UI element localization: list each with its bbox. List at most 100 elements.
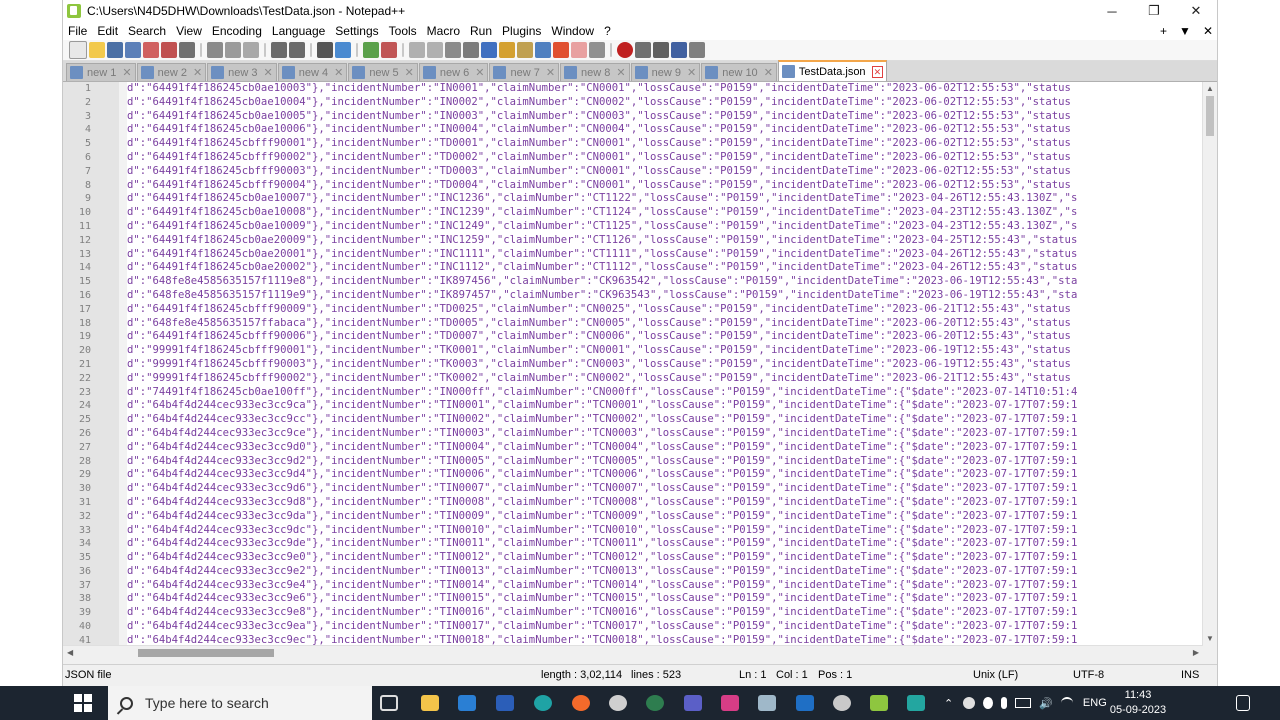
show-all-chars-icon[interactable] xyxy=(463,42,479,58)
copy-icon[interactable] xyxy=(225,42,241,58)
tab-new-2[interactable]: new 2 ✕ xyxy=(136,63,207,81)
outlook-icon[interactable] xyxy=(796,695,814,711)
tab-list-dropdown-icon[interactable]: ▼ xyxy=(1179,24,1191,38)
windows-start-icon[interactable] xyxy=(74,694,92,712)
tab-close-icon[interactable]: ✕ xyxy=(264,66,273,79)
save-icon[interactable] xyxy=(107,42,123,58)
close-all-icon[interactable] xyxy=(161,42,177,58)
app-icon[interactable] xyxy=(833,695,851,711)
new-file-icon[interactable] xyxy=(69,41,87,59)
notepad-icon[interactable] xyxy=(758,695,776,711)
tab-new-8[interactable]: new 8 ✕ xyxy=(560,63,630,81)
task-view-icon[interactable] xyxy=(380,695,398,711)
tab-close-icon[interactable]: ✕ xyxy=(764,66,773,79)
settings-gear-icon[interactable] xyxy=(609,695,627,711)
menu-run[interactable]: Run xyxy=(465,24,497,38)
save-all-icon[interactable] xyxy=(125,42,141,58)
scroll-left-icon[interactable]: ◀ xyxy=(67,646,73,660)
document-map-icon[interactable] xyxy=(517,42,533,58)
record-macro-icon[interactable] xyxy=(617,42,633,58)
view-icon[interactable] xyxy=(589,42,605,58)
menu-encoding[interactable]: Encoding xyxy=(207,24,267,38)
menu-plugins[interactable]: Plugins xyxy=(497,24,546,38)
close-button[interactable]: ✕ xyxy=(1175,0,1217,22)
tab-close-icon[interactable]: ✕ xyxy=(687,66,696,79)
editor-area[interactable]: 1 d":"64491f4f186245cb0ae10003"},"inciden… xyxy=(63,82,1203,645)
zoom-in-icon[interactable] xyxy=(363,42,379,58)
sync-horizontal-icon[interactable] xyxy=(427,42,443,58)
word-icon[interactable] xyxy=(496,695,514,711)
paste-icon[interactable] xyxy=(243,42,259,58)
powershell-icon[interactable] xyxy=(907,695,925,711)
redo-icon[interactable] xyxy=(289,42,305,58)
tab-close-icon[interactable]: ✕ xyxy=(475,66,484,79)
microphone-icon[interactable] xyxy=(1001,697,1008,709)
tab-close-icon[interactable]: ✕ xyxy=(334,66,343,79)
file-explorer-icon[interactable] xyxy=(421,695,439,711)
udl-icon[interactable] xyxy=(499,42,515,58)
notification-icon[interactable] xyxy=(1236,695,1250,711)
tab-close-icon[interactable]: ✕ xyxy=(193,66,202,79)
volume-icon[interactable]: 🔊 xyxy=(1039,697,1053,710)
battery-icon[interactable] xyxy=(1015,698,1032,708)
save-macro-icon[interactable] xyxy=(689,42,705,58)
play-macro-icon[interactable] xyxy=(653,42,669,58)
menu-macro[interactable]: Macro xyxy=(422,24,465,38)
zoom-out-icon[interactable] xyxy=(381,42,397,58)
tab-new-7[interactable]: new 7 ✕ xyxy=(489,63,560,81)
tab-new-6[interactable]: new 6 ✕ xyxy=(418,63,489,81)
print-icon[interactable] xyxy=(179,42,195,58)
tab-close-icon[interactable]: ✕ xyxy=(546,66,555,79)
tab-new-5[interactable]: new 5 ✕ xyxy=(348,63,418,81)
stop-macro-icon[interactable] xyxy=(635,42,651,58)
language-indicator[interactable]: ENG xyxy=(1083,697,1107,709)
horizontal-scroll-thumb[interactable] xyxy=(138,649,274,657)
edge-icon[interactable] xyxy=(534,695,552,711)
vertical-scroll-thumb[interactable] xyxy=(1206,96,1214,136)
tab-close-icon[interactable]: ✕ xyxy=(122,66,131,79)
onedrive-icon[interactable] xyxy=(963,697,976,709)
close-file-icon[interactable] xyxy=(143,42,159,58)
menu-search[interactable]: Search xyxy=(123,24,171,38)
word-wrap-icon[interactable] xyxy=(445,42,461,58)
run-macro-multiple-icon[interactable] xyxy=(671,42,687,58)
tab-close-icon[interactable]: ✕ xyxy=(871,65,884,78)
close-document-icon[interactable]: ✕ xyxy=(1203,24,1213,38)
horizontal-scrollbar[interactable]: ◀ ▶ xyxy=(63,645,1203,660)
scroll-down-icon[interactable]: ▼ xyxy=(1203,634,1217,643)
tab-testdata-json[interactable]: TestData.json ✕ xyxy=(777,60,888,81)
intellij-icon[interactable] xyxy=(721,695,739,711)
cut-icon[interactable] xyxy=(207,42,223,58)
taskbar-search-box[interactable]: Type here to search xyxy=(108,686,372,720)
indent-guide-icon[interactable] xyxy=(481,42,497,58)
vertical-scrollbar[interactable]: ▲ ▼ xyxy=(1202,82,1217,645)
new-tab-icon[interactable]: + xyxy=(1160,24,1167,38)
location-icon[interactable] xyxy=(983,697,994,709)
taskbar-clock[interactable]: 11:43 05-09-2023 xyxy=(1108,688,1168,718)
sync-vertical-icon[interactable] xyxy=(409,42,425,58)
menu-help[interactable]: ? xyxy=(599,24,616,38)
scroll-up-icon[interactable]: ▲ xyxy=(1203,84,1217,93)
notepad-plus-plus-taskbar-icon[interactable] xyxy=(870,695,888,711)
tab-close-icon[interactable]: ✕ xyxy=(616,66,625,79)
menu-view[interactable]: View xyxy=(171,24,207,38)
scroll-right-icon[interactable]: ▶ xyxy=(1193,646,1199,660)
open-file-icon[interactable] xyxy=(89,42,105,58)
tab-close-icon[interactable]: ✕ xyxy=(405,66,414,79)
monitoring-icon[interactable] xyxy=(571,42,587,58)
tab-new-10[interactable]: new 10 ✕ xyxy=(701,63,777,81)
show-hidden-icons-icon[interactable]: ⌃ xyxy=(944,697,953,710)
postman-icon[interactable] xyxy=(572,695,590,711)
wifi-icon[interactable] xyxy=(1060,697,1073,709)
menu-tools[interactable]: Tools xyxy=(384,24,422,38)
minimize-button[interactable]: ─ xyxy=(1091,0,1133,22)
function-list-icon[interactable] xyxy=(535,42,551,58)
menu-edit[interactable]: Edit xyxy=(92,24,123,38)
find-icon[interactable] xyxy=(317,42,333,58)
replace-icon[interactable] xyxy=(335,42,351,58)
tab-new-9[interactable]: new 9 ✕ xyxy=(630,63,701,81)
menu-window[interactable]: Window xyxy=(546,24,599,38)
tab-new-1[interactable]: new 1 ✕ xyxy=(66,63,136,81)
folder-as-workspace-icon[interactable] xyxy=(553,42,569,58)
mongodb-compass-icon[interactable] xyxy=(646,695,664,711)
